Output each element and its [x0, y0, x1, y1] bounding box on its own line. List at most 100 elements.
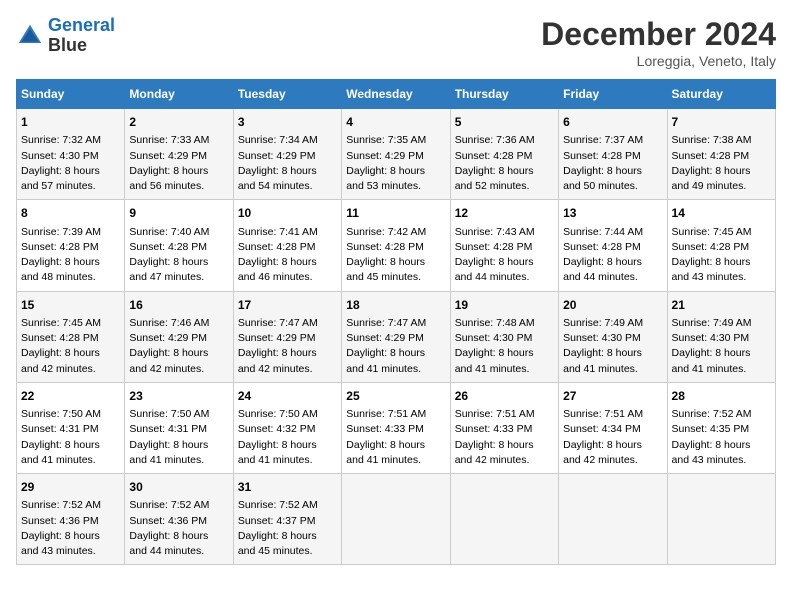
calendar-cell: 20Sunrise: 7:49 AMSunset: 4:30 PMDayligh…: [559, 291, 667, 382]
day-info: Sunrise: 7:37 AM: [563, 133, 662, 148]
day-number: 16: [129, 297, 228, 314]
calendar-cell: 21Sunrise: 7:49 AMSunset: 4:30 PMDayligh…: [667, 291, 775, 382]
day-info: Sunset: 4:37 PM: [238, 514, 337, 529]
calendar-cell: 29Sunrise: 7:52 AMSunset: 4:36 PMDayligh…: [17, 474, 125, 565]
day-number: 5: [455, 114, 554, 131]
day-info: Sunset: 4:36 PM: [129, 514, 228, 529]
col-header-saturday: Saturday: [667, 80, 775, 109]
day-number: 13: [563, 205, 662, 222]
day-info: Daylight: 8 hours: [563, 255, 662, 270]
day-info: Sunrise: 7:52 AM: [129, 498, 228, 513]
day-info: and 44 minutes.: [563, 270, 662, 285]
day-info: Sunset: 4:30 PM: [672, 331, 771, 346]
day-number: 22: [21, 388, 120, 405]
week-row-4: 22Sunrise: 7:50 AMSunset: 4:31 PMDayligh…: [17, 382, 776, 473]
day-info: Sunrise: 7:38 AM: [672, 133, 771, 148]
col-header-friday: Friday: [559, 80, 667, 109]
day-number: 1: [21, 114, 120, 131]
day-info: Sunset: 4:28 PM: [672, 149, 771, 164]
day-info: Sunset: 4:28 PM: [21, 331, 120, 346]
day-info: Sunrise: 7:48 AM: [455, 316, 554, 331]
title-block: December 2024 Loreggia, Veneto, Italy: [541, 16, 776, 69]
day-info: Sunset: 4:28 PM: [238, 240, 337, 255]
day-number: 10: [238, 205, 337, 222]
day-info: Daylight: 8 hours: [129, 529, 228, 544]
calendar-cell: [450, 474, 558, 565]
day-info: and 48 minutes.: [21, 270, 120, 285]
day-info: Daylight: 8 hours: [346, 255, 445, 270]
day-info: and 47 minutes.: [129, 270, 228, 285]
day-info: Sunrise: 7:45 AM: [672, 225, 771, 240]
day-info: Sunrise: 7:40 AM: [129, 225, 228, 240]
day-info: Sunrise: 7:44 AM: [563, 225, 662, 240]
day-info: Sunrise: 7:52 AM: [21, 498, 120, 513]
calendar-cell: 25Sunrise: 7:51 AMSunset: 4:33 PMDayligh…: [342, 382, 450, 473]
day-info: Sunset: 4:33 PM: [346, 422, 445, 437]
day-info: Daylight: 8 hours: [238, 255, 337, 270]
calendar-cell: 16Sunrise: 7:46 AMSunset: 4:29 PMDayligh…: [125, 291, 233, 382]
day-info: and 43 minutes.: [672, 453, 771, 468]
day-info: Daylight: 8 hours: [129, 164, 228, 179]
day-info: Sunrise: 7:51 AM: [563, 407, 662, 422]
day-info: and 43 minutes.: [21, 544, 120, 559]
day-info: Sunset: 4:32 PM: [238, 422, 337, 437]
calendar-cell: 22Sunrise: 7:50 AMSunset: 4:31 PMDayligh…: [17, 382, 125, 473]
day-info: Daylight: 8 hours: [346, 346, 445, 361]
calendar-cell: 17Sunrise: 7:47 AMSunset: 4:29 PMDayligh…: [233, 291, 341, 382]
day-number: 3: [238, 114, 337, 131]
day-info: and 42 minutes.: [129, 362, 228, 377]
logo-icon: [16, 22, 44, 50]
day-info: Sunset: 4:29 PM: [238, 331, 337, 346]
calendar-cell: 15Sunrise: 7:45 AMSunset: 4:28 PMDayligh…: [17, 291, 125, 382]
calendar-cell: 14Sunrise: 7:45 AMSunset: 4:28 PMDayligh…: [667, 200, 775, 291]
day-number: 6: [563, 114, 662, 131]
calendar-cell: 12Sunrise: 7:43 AMSunset: 4:28 PMDayligh…: [450, 200, 558, 291]
day-info: Sunrise: 7:41 AM: [238, 225, 337, 240]
day-number: 12: [455, 205, 554, 222]
day-info: Daylight: 8 hours: [563, 438, 662, 453]
day-info: Sunrise: 7:34 AM: [238, 133, 337, 148]
day-number: 17: [238, 297, 337, 314]
day-info: Sunrise: 7:50 AM: [238, 407, 337, 422]
day-info: Daylight: 8 hours: [455, 438, 554, 453]
calendar-cell: 19Sunrise: 7:48 AMSunset: 4:30 PMDayligh…: [450, 291, 558, 382]
day-info: Daylight: 8 hours: [21, 346, 120, 361]
day-info: Sunset: 4:28 PM: [455, 149, 554, 164]
day-number: 25: [346, 388, 445, 405]
day-info: and 42 minutes.: [21, 362, 120, 377]
calendar-cell: 8Sunrise: 7:39 AMSunset: 4:28 PMDaylight…: [17, 200, 125, 291]
header-row: SundayMondayTuesdayWednesdayThursdayFrid…: [17, 80, 776, 109]
day-info: Sunrise: 7:49 AM: [563, 316, 662, 331]
day-number: 7: [672, 114, 771, 131]
day-info: and 45 minutes.: [238, 544, 337, 559]
logo-text: General Blue: [48, 16, 115, 56]
day-info: Daylight: 8 hours: [129, 255, 228, 270]
day-number: 28: [672, 388, 771, 405]
day-number: 18: [346, 297, 445, 314]
day-info: Sunset: 4:31 PM: [129, 422, 228, 437]
day-number: 26: [455, 388, 554, 405]
day-info: and 41 minutes.: [238, 453, 337, 468]
day-info: Daylight: 8 hours: [238, 529, 337, 544]
col-header-sunday: Sunday: [17, 80, 125, 109]
day-info: Sunset: 4:28 PM: [563, 149, 662, 164]
day-info: Sunset: 4:29 PM: [129, 331, 228, 346]
day-number: 8: [21, 205, 120, 222]
calendar-cell: 10 Sunrise: 7:41 AMSunset: 4:28 PMDayligh…: [233, 200, 341, 291]
logo: General Blue: [16, 16, 115, 56]
day-info: Daylight: 8 hours: [672, 164, 771, 179]
calendar-cell: 26Sunrise: 7:51 AMSunset: 4:33 PMDayligh…: [450, 382, 558, 473]
day-number: 14: [672, 205, 771, 222]
day-info: Sunset: 4:29 PM: [129, 149, 228, 164]
calendar-cell: 11Sunrise: 7:42 AMSunset: 4:28 PMDayligh…: [342, 200, 450, 291]
day-info: Daylight: 8 hours: [346, 438, 445, 453]
day-number: 30: [129, 479, 228, 496]
day-number: 2: [129, 114, 228, 131]
day-info: Sunset: 4:28 PM: [346, 240, 445, 255]
day-info: and 41 minutes.: [21, 453, 120, 468]
calendar-cell: 28Sunrise: 7:52 AMSunset: 4:35 PMDayligh…: [667, 382, 775, 473]
day-info: Daylight: 8 hours: [563, 346, 662, 361]
day-info: and 41 minutes.: [563, 362, 662, 377]
day-info: Sunrise: 7:50 AM: [129, 407, 228, 422]
day-info: and 44 minutes.: [455, 270, 554, 285]
